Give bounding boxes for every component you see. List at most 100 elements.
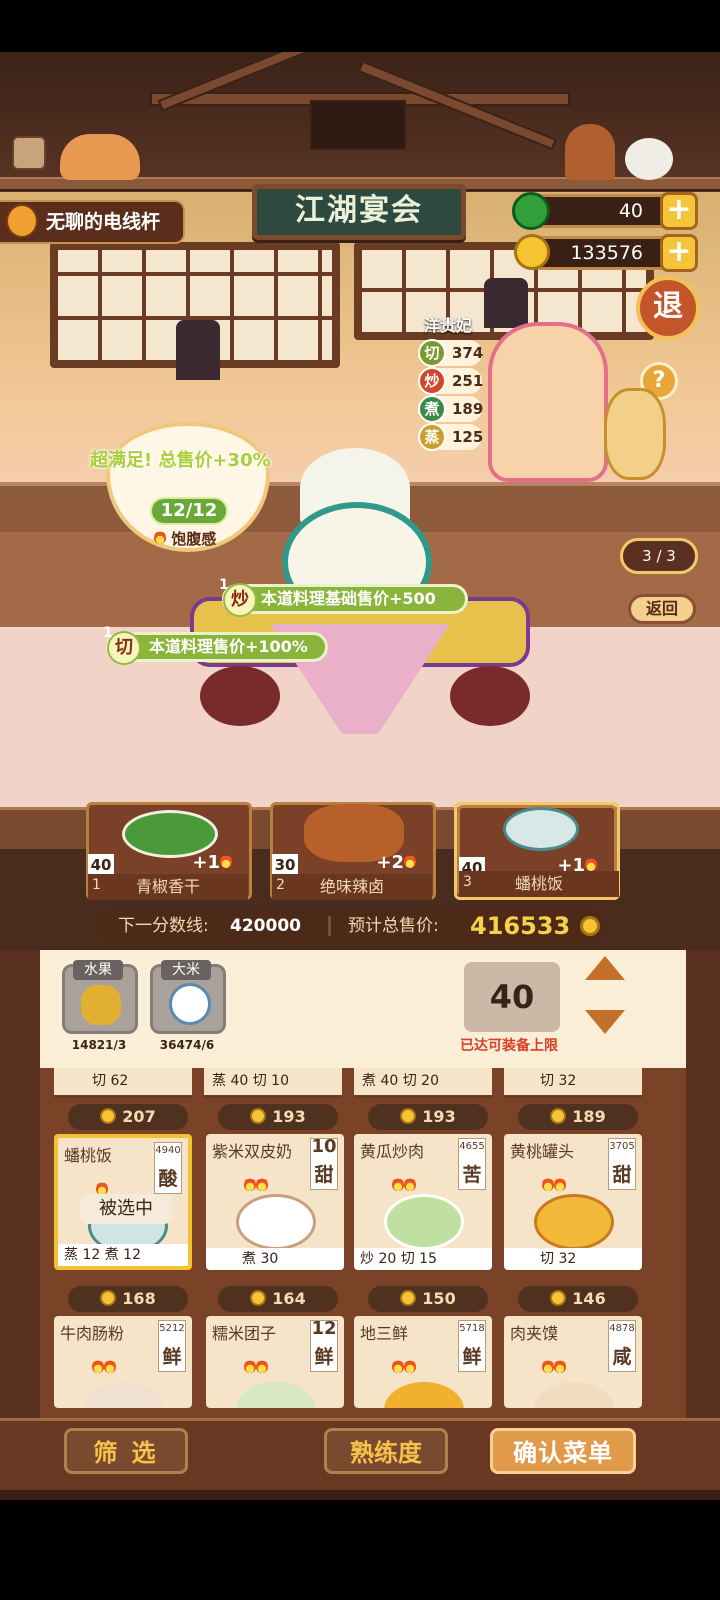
fan-icon	[604, 388, 666, 480]
recipe-card-partial[interactable]: 蒸 40 切 10	[204, 1068, 342, 1098]
coin-icon	[580, 916, 600, 936]
price-tag: 207	[68, 1104, 188, 1130]
recipe-card-selected[interactable]: 蟠桃饭 4940 酸 被选中 蒸 12 煮 12	[54, 1134, 192, 1270]
price-tag: 164	[218, 1286, 338, 1312]
fire-icon	[96, 1181, 108, 1195]
fire-icon	[542, 1177, 554, 1191]
white-cat-icon	[625, 138, 673, 180]
recipe-card[interactable]: 牛肉肠粉 5212 鲜	[54, 1316, 192, 1408]
guest-stat: 煮 189	[418, 395, 483, 423]
dish-image	[503, 807, 579, 851]
sleeping-cat-icon	[60, 134, 140, 180]
recipe-card[interactable]: 紫米双皮奶 10 甜 煮 30	[206, 1134, 344, 1270]
game-stage: 江湖宴会 无聊的电线杆 40 + 133576 + 退 ? 洋贵妃 切 374 炒…	[0, 52, 720, 1500]
fire-icon	[404, 1359, 416, 1373]
quantity-value[interactable]: 40	[464, 962, 560, 1032]
progress-indicator: 3 / 3	[620, 538, 698, 574]
recipe-card[interactable]: 地三鲜 5718 鲜	[354, 1316, 492, 1408]
fire-icon	[244, 1359, 256, 1373]
selected-dish-slot-active[interactable]: 40 +1 蟠桃饭 3	[454, 802, 620, 900]
restaurant-sign: 江湖宴会	[252, 184, 466, 240]
lantern-icon	[176, 320, 220, 380]
guest-stat: 切 374	[418, 339, 483, 367]
coin-icon	[550, 1108, 567, 1124]
wheel-left	[200, 666, 280, 726]
fire-icon	[554, 1177, 566, 1191]
back-button[interactable]: 返回	[628, 594, 696, 624]
fire-icon	[92, 1359, 104, 1373]
dish-image	[236, 1382, 316, 1408]
fire-icon	[220, 854, 232, 868]
ingredient-fruit[interactable]: 水果	[62, 960, 138, 1034]
fire-icon	[585, 857, 597, 871]
price-tag: 189	[518, 1104, 638, 1130]
player-name-tag[interactable]: 无聊的电线杆	[0, 200, 185, 244]
player-name: 无聊的电线杆	[46, 211, 161, 233]
dish-image	[534, 1194, 614, 1250]
fire-icon	[256, 1177, 268, 1191]
fullness-value: 12/12	[150, 497, 228, 525]
jade-value: 40	[618, 200, 643, 222]
lantern-icon	[484, 278, 528, 328]
jade-icon	[512, 192, 550, 230]
fire-icon	[256, 1359, 268, 1373]
dish-image	[534, 1382, 614, 1408]
satisfaction-text: 超满足! 总售价+30%	[90, 450, 271, 471]
coin-icon	[250, 1108, 267, 1124]
recipe-card[interactable]: 糯米团子 12 鲜	[206, 1316, 344, 1408]
cat-portrait	[310, 100, 406, 150]
price-tag: 193	[368, 1104, 488, 1130]
quantity-note: 已达可装备上限	[460, 1038, 558, 1054]
exit-button[interactable]: 退	[636, 276, 700, 340]
dish-image	[122, 810, 218, 858]
coin-icon	[400, 1108, 417, 1124]
selected-dish-slot[interactable]: 30 +2 绝味辣卤 2	[270, 802, 436, 900]
fire-icon	[244, 1177, 256, 1191]
confirm-menu-button[interactable]: 确认菜单	[490, 1428, 636, 1474]
coin-icon	[550, 1290, 567, 1306]
fire-icon	[542, 1359, 554, 1373]
coin-value: 133576	[570, 242, 643, 264]
guest-stat: 蒸 125	[418, 423, 483, 451]
mastery-button[interactable]: 熟练度	[324, 1428, 448, 1474]
recipe-card-partial[interactable]: 切 32	[504, 1068, 642, 1098]
ingredient-rice[interactable]: 大米	[150, 960, 226, 1034]
bonus-stir-fry: 1 炒 本道料理基础售价+500	[219, 577, 468, 617]
price-tag: 193	[218, 1104, 338, 1130]
coin-icon	[514, 234, 550, 270]
fire-icon	[392, 1177, 404, 1191]
fire-icon	[154, 530, 166, 544]
dish-image	[384, 1382, 464, 1408]
recipe-card[interactable]: 黄瓜炒肉 4655 苦 炒 20 切 15	[354, 1134, 492, 1270]
coin-icon	[400, 1290, 417, 1306]
recipe-card[interactable]: 肉夹馍 4878 咸	[504, 1316, 642, 1408]
fire-icon	[404, 854, 416, 868]
guest-avatar	[488, 322, 608, 482]
add-coins-button[interactable]: +	[660, 234, 698, 272]
paw-box-icon	[12, 136, 46, 170]
floor-edge	[0, 1490, 720, 1500]
fire-icon	[404, 1177, 416, 1191]
fruit-icon	[81, 985, 121, 1025]
rice-icon	[169, 983, 211, 1025]
price-tag: 146	[518, 1286, 638, 1312]
coin-icon	[100, 1290, 117, 1306]
selected-label: 被选中	[80, 1194, 172, 1224]
fire-icon	[392, 1359, 404, 1373]
recipe-card-partial[interactable]: 煮 40 切 20	[354, 1068, 492, 1098]
price-tag: 168	[68, 1286, 188, 1312]
chef-girl-icon	[565, 124, 615, 180]
recipe-card[interactable]: 黄桃罐头 3705 甜 切 32	[504, 1134, 642, 1270]
filter-button[interactable]: 筛 选	[64, 1428, 188, 1474]
recipe-card-partial[interactable]: 切 62	[54, 1068, 192, 1098]
dish-image	[236, 1194, 316, 1250]
add-jade-button[interactable]: +	[660, 192, 698, 230]
coin-icon	[100, 1108, 117, 1124]
selected-dish-slot[interactable]: 40 +1 青椒香干 1	[86, 802, 252, 900]
guest-stat: 炒 251	[418, 367, 483, 395]
guest-name: 洋贵妃	[424, 316, 473, 335]
coin-icon	[250, 1290, 267, 1306]
fullness-label: 饱腹感	[154, 528, 216, 549]
price-tag: 150	[368, 1286, 488, 1312]
score-bar: 下一分数线: 420000 预计总售价: 416533	[96, 908, 606, 944]
